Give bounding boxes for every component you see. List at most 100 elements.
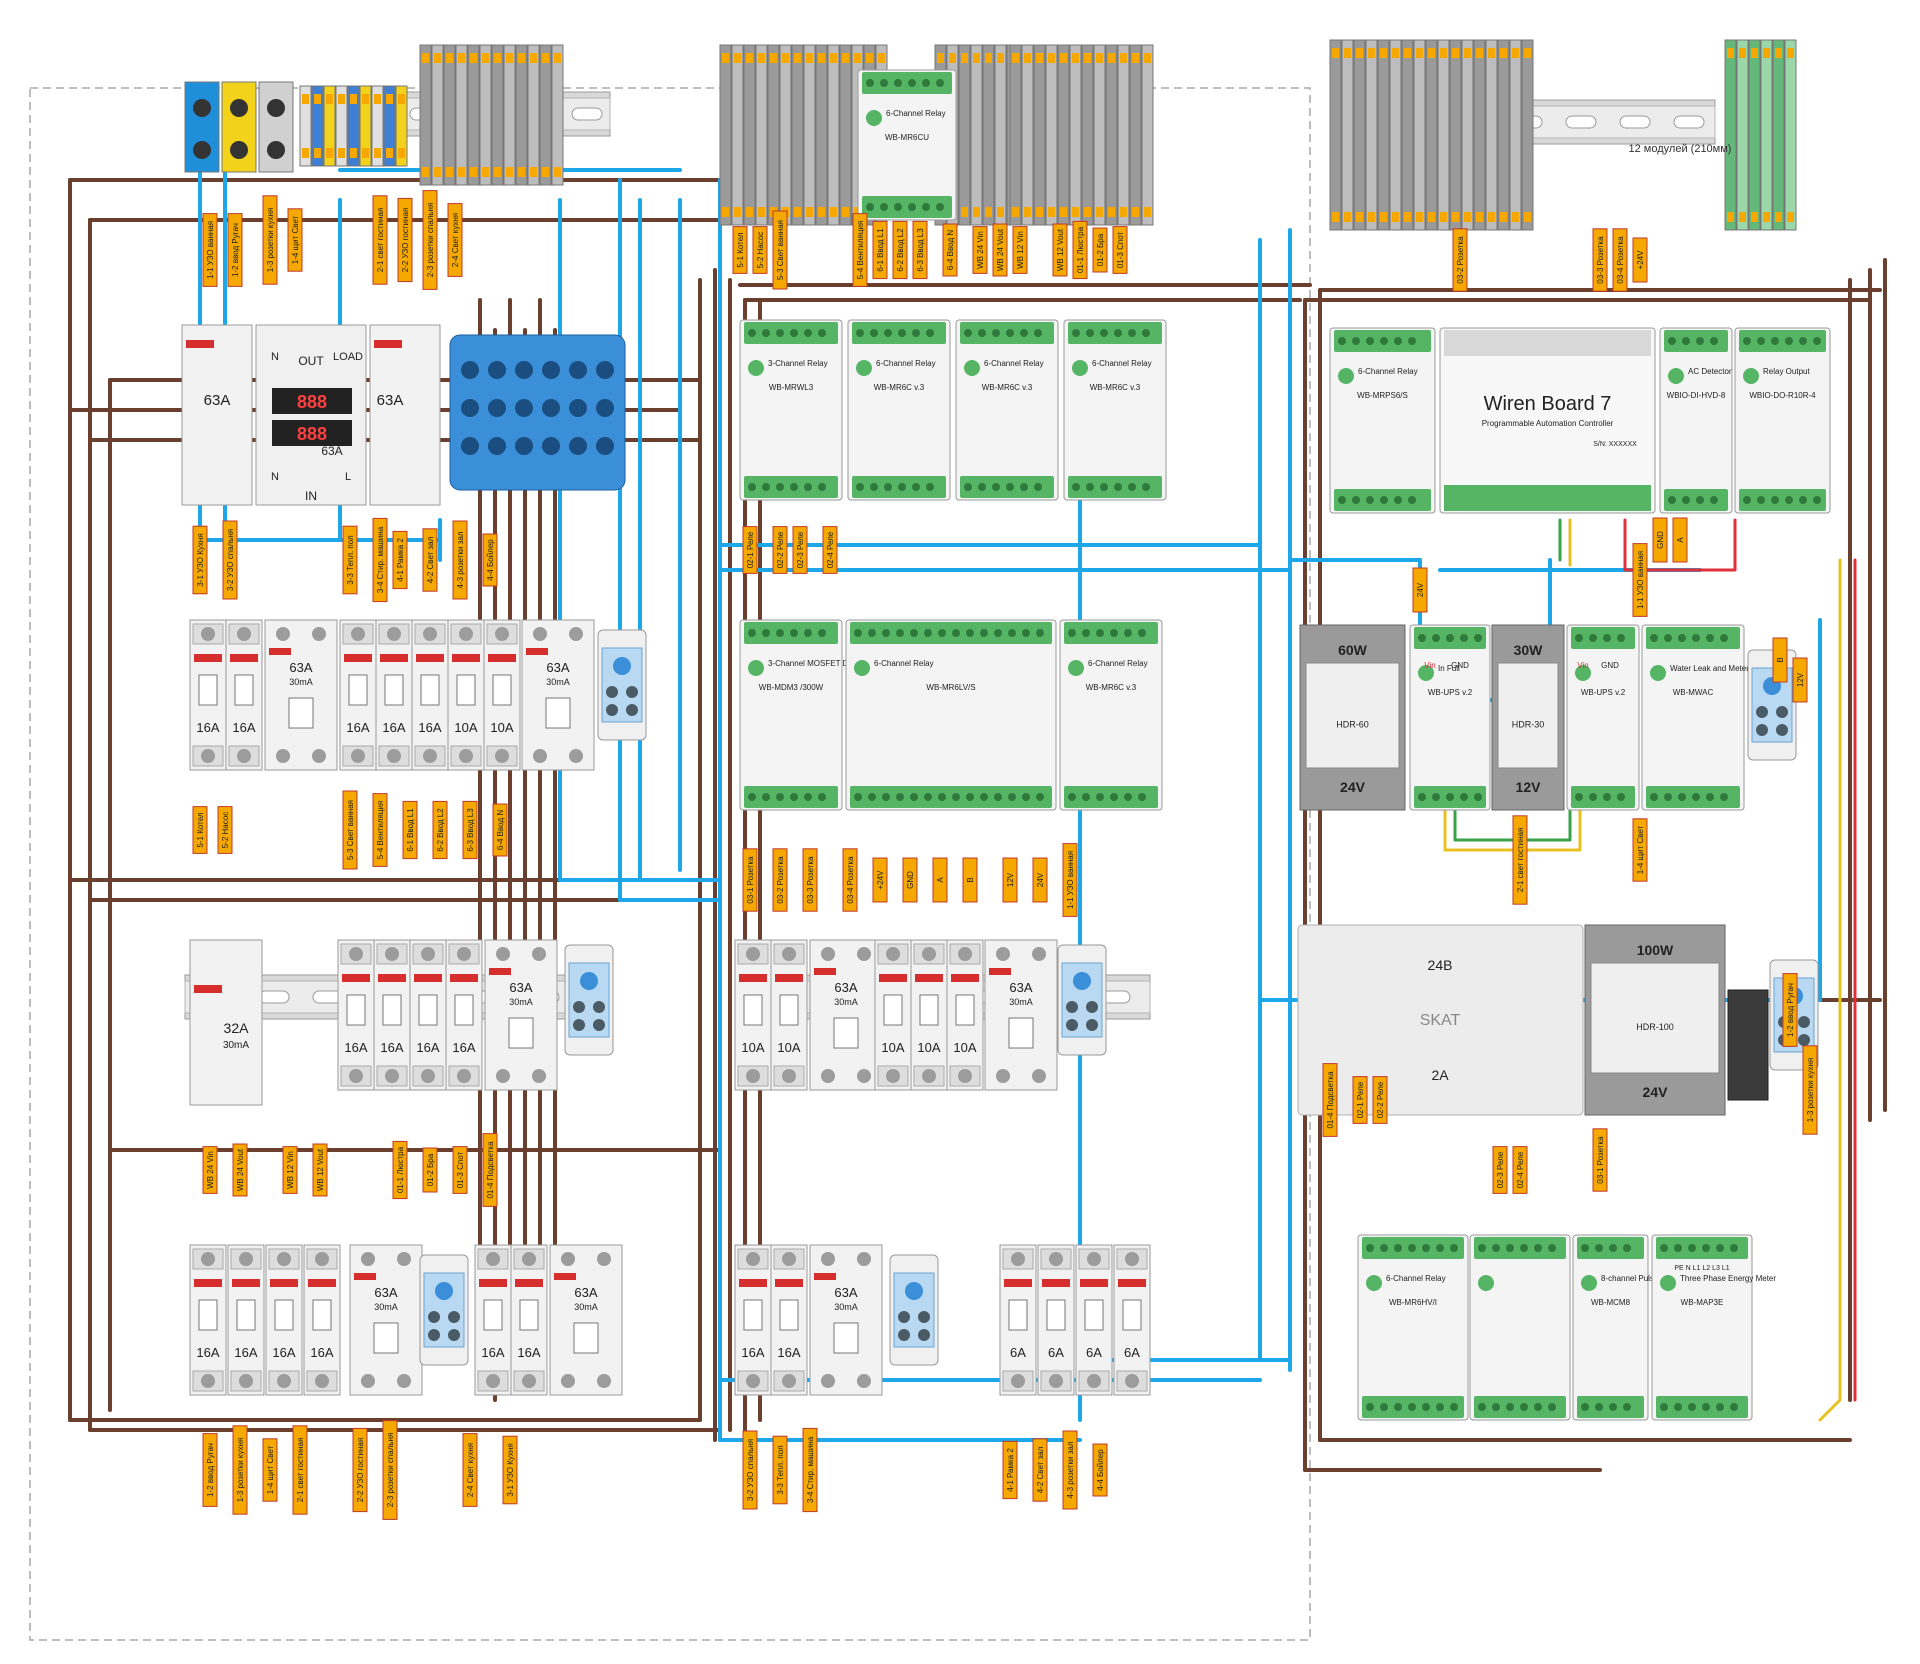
- rcbo-sensitivity: 30mA: [223, 1040, 249, 1051]
- terminal-lever: [1368, 48, 1375, 58]
- terminal-lever: [1452, 48, 1459, 58]
- terminal-screw: [1366, 1403, 1374, 1411]
- wire-tag: 6-4 Ввод N: [942, 223, 958, 277]
- terminal-lever: [1012, 53, 1019, 63]
- terminal-screw: [1492, 1244, 1500, 1252]
- wire-tag-text: 01-1 Люстра: [1076, 226, 1085, 273]
- wire-tag-text: 02-3 Реле: [796, 531, 805, 568]
- rcd-screw: [397, 1374, 411, 1388]
- terminal-screw: [1771, 496, 1779, 504]
- module-model: WB-MCM8: [1591, 1298, 1631, 1307]
- wire-tag: 1-2 ввод Ругач: [227, 213, 243, 287]
- wire-tag: 5-4 Вентиляция: [852, 213, 868, 287]
- terminal-screw: [856, 329, 864, 337]
- ekf-logo: [374, 340, 402, 348]
- terminal-screw: [1743, 496, 1751, 504]
- breaker-screw: [387, 749, 401, 763]
- terminal-screw: [1114, 329, 1122, 337]
- psu-power: 30W: [1514, 642, 1544, 658]
- wire-tag: 3-4 Стир. машина: [372, 517, 388, 603]
- terminal-screw: [992, 329, 1000, 337]
- terminal-lever: [1751, 212, 1758, 222]
- block-screw: [1086, 1001, 1098, 1013]
- terminal-screw: [1082, 793, 1090, 801]
- terminal-screw: [1096, 629, 1104, 637]
- terminal-lever: [1727, 212, 1734, 222]
- terminal-lever: [446, 53, 453, 63]
- psu-model: HDR-60: [1336, 720, 1369, 730]
- breaker-screw: [922, 947, 936, 961]
- block-screw: [918, 1311, 930, 1323]
- terminal: [1437, 39, 1450, 231]
- breaker-toggle: [492, 674, 512, 706]
- terminal-screw: [856, 483, 864, 491]
- wire-tag: 02-2 Реле: [1372, 1076, 1388, 1124]
- terminal: [1129, 44, 1142, 226]
- wire-tag-text: 1-1 УЗО ванная: [206, 221, 215, 279]
- module-body: [1059, 619, 1163, 811]
- terminal-screw: [1623, 1403, 1631, 1411]
- circuit-breaker: 10A: [770, 939, 808, 1091]
- ekf-logo: [354, 1273, 376, 1280]
- terminal-lever: [818, 53, 825, 63]
- wiren-board-7-controller: Wiren Board 7 Programmable Automation Con…: [1439, 327, 1656, 514]
- breaker-rating: 16A: [741, 1345, 764, 1360]
- breaker-rating: 16A: [272, 1345, 295, 1360]
- block-screw: [1756, 706, 1768, 718]
- terminal-screw: [762, 329, 770, 337]
- block-screw: [428, 1311, 440, 1323]
- terminal-screw: [818, 329, 826, 337]
- terminal-screw: [978, 329, 986, 337]
- breaker-screw: [746, 1374, 760, 1388]
- terminal-screw: [804, 483, 812, 491]
- psu-face: [1590, 962, 1720, 1074]
- terminal-screw: [1743, 337, 1751, 345]
- wire-tag-text: B: [1776, 657, 1785, 662]
- terminal-screw: [1575, 634, 1583, 642]
- terminal-lever: [470, 53, 477, 63]
- terminal-lever: [866, 53, 873, 63]
- terminal-lever: [1132, 53, 1139, 63]
- relay-wb-mr6c-row2: 6-Channel Relay WB-MR6C v.3: [1059, 619, 1163, 811]
- breaker-screw: [486, 1374, 500, 1388]
- wire-tag-text: 4-4 Бойлер: [1096, 1449, 1105, 1491]
- energy-meter: N OUT LOAD88888863ANINL: [255, 324, 367, 506]
- terminal-screw: [1408, 1403, 1416, 1411]
- block-screw: [1776, 724, 1788, 736]
- wire-tag: 1-4 щит Свет: [287, 208, 303, 272]
- breaker-rating: 16A: [310, 1345, 333, 1360]
- terminal: [1365, 39, 1378, 231]
- terminal-screw: [1688, 1244, 1696, 1252]
- terminal-screw: [1682, 496, 1690, 504]
- meter-in: IN: [305, 489, 317, 503]
- terminal: [1057, 44, 1070, 226]
- wire-tag: 03-1 Розетка: [742, 848, 758, 912]
- ekf-logo: [775, 974, 803, 982]
- module-terminals-bottom: [850, 786, 1052, 808]
- terminal-lever: [482, 167, 489, 177]
- terminal-screw: [1682, 337, 1690, 345]
- wire-tag-text: WB 24 Vout: [996, 228, 1005, 271]
- wiring-diagram: 6-Channel Relay WB-MR6CU 63A N OUT LOAD 888 888…: [29, 39, 1887, 1641]
- terminal-lever: [734, 53, 741, 63]
- wire-tag-text: 02-1 Реле: [746, 531, 755, 568]
- rcd-screw: [561, 1252, 575, 1266]
- wire-tag: +24V: [872, 857, 888, 903]
- terminal: [958, 44, 971, 226]
- block-screw: [573, 1001, 585, 1013]
- terminal: [1093, 44, 1106, 226]
- terminal-lever: [1739, 212, 1746, 222]
- circuit-breaker: 10A: [483, 619, 521, 771]
- terminal-screw: [1450, 1244, 1458, 1252]
- terminal-lever: [1072, 53, 1079, 63]
- module-model: WB-MR6C v.3: [982, 383, 1033, 392]
- terminal-lever: [1512, 48, 1519, 58]
- busbar-screw: [542, 437, 560, 455]
- breaker-screw: [1087, 1252, 1101, 1266]
- wire-tag-text: 02-2 Реле: [1376, 1081, 1385, 1118]
- terminal-screw: [1034, 483, 1042, 491]
- wire-tag: 3-3 Тепл. пол: [772, 1435, 788, 1505]
- terminal-screw: [1394, 496, 1402, 504]
- wire-tag: 24V: [1412, 567, 1428, 613]
- terminal-screw: [1474, 793, 1482, 801]
